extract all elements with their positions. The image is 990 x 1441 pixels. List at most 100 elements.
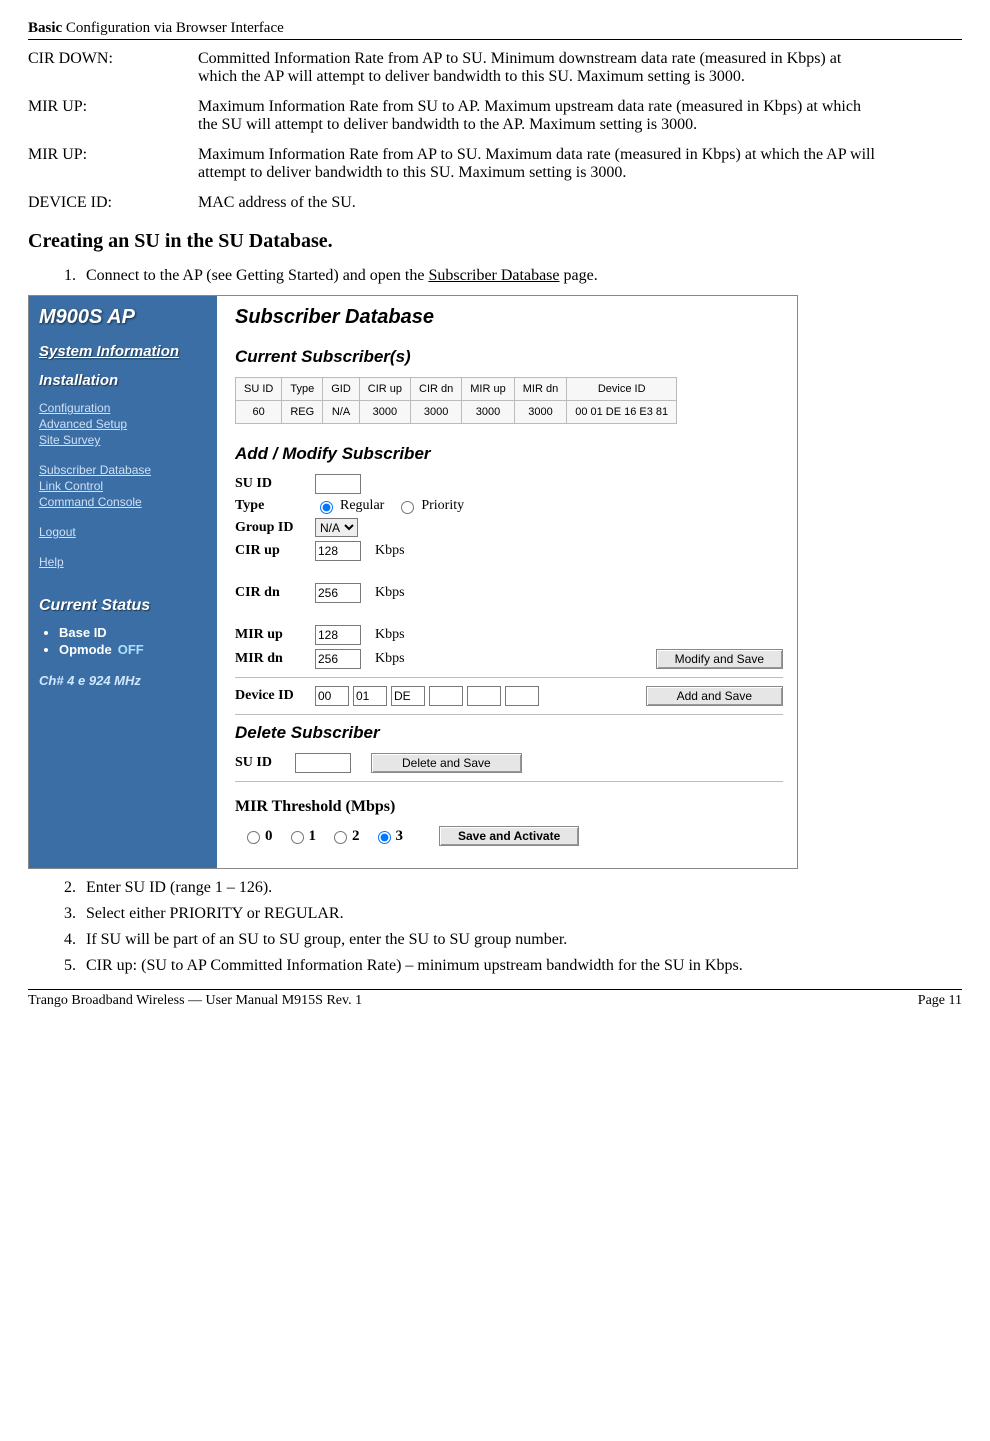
nav-installation: Installation	[39, 372, 207, 389]
step-1-tail: page.	[560, 267, 598, 284]
status-item: Base ID	[59, 625, 207, 640]
definition-desc: Maximum Information Rate from SU to AP. …	[198, 98, 962, 134]
page-title: Subscriber Database	[235, 306, 783, 329]
mir-up-input[interactable]	[315, 625, 361, 645]
step-item: Enter SU ID (range 1 – 126).	[80, 879, 962, 897]
device-id-octet[interactable]	[505, 686, 539, 706]
header-bold: Basic	[28, 20, 62, 36]
mir-option-label: 3	[396, 828, 404, 845]
divider-2	[235, 714, 783, 715]
mir-radio-0[interactable]	[247, 831, 260, 844]
mir-dn-unit: Kbps	[375, 651, 405, 667]
nav-link[interactable]: Subscriber Database	[39, 463, 207, 477]
suid-label: SU ID	[235, 476, 315, 492]
nav-help[interactable]: Help	[39, 555, 207, 569]
nav-link[interactable]: Link Control	[39, 479, 207, 493]
delete-save-button[interactable]: Delete and Save	[371, 753, 522, 773]
cir-up-unit: Kbps	[375, 543, 405, 559]
mir-threshold-title: MIR Threshold (Mbps)	[235, 798, 783, 816]
status-item: OpmodeOFF	[59, 642, 207, 657]
mir-option-label: 0	[265, 828, 273, 845]
save-activate-button[interactable]: Save and Activate	[439, 826, 579, 846]
table-header-cell: MIR up	[462, 378, 514, 401]
page-footer: Trango Broadband Wireless — User Manual …	[28, 989, 962, 1009]
nav-link[interactable]: Advanced Setup	[39, 417, 207, 431]
mir-radio-3[interactable]	[378, 831, 391, 844]
nav-link[interactable]: Command Console	[39, 495, 207, 509]
mir-radio-2[interactable]	[334, 831, 347, 844]
status-value: OFF	[118, 642, 144, 657]
mir-up-label: MIR up	[235, 627, 315, 643]
table-cell: 3000	[514, 401, 566, 424]
device-id-octet[interactable]	[467, 686, 501, 706]
table-header-cell: SU ID	[236, 378, 282, 401]
cir-up-label: CIR up	[235, 543, 315, 559]
table-header-cell: GID	[323, 378, 360, 401]
table-header-cell: CIR dn	[411, 378, 462, 401]
table-header-cell: Type	[282, 378, 323, 401]
sidebar: M900S AP System Information Installation…	[29, 296, 217, 868]
subscribers-table: SU IDTypeGIDCIR upCIR dnMIR upMIR dnDevi…	[235, 377, 677, 424]
definition-term: MIR UP:	[28, 146, 198, 182]
mir-option-label: 1	[309, 828, 317, 845]
content-area: Subscriber Database Current Subscriber(s…	[217, 296, 797, 868]
table-header-cell: Device ID	[567, 378, 677, 401]
cir-dn-input[interactable]	[315, 583, 361, 603]
type-label: Type	[235, 498, 315, 514]
definition-desc: Maximum Information Rate from AP to SU. …	[198, 146, 962, 182]
definition-row: CIR DOWN:Committed Information Rate from…	[28, 50, 962, 86]
current-subs-title: Current Subscriber(s)	[235, 347, 783, 367]
step-1: Connect to the AP (see Getting Started) …	[80, 267, 962, 285]
brand: M900S AP	[39, 306, 207, 329]
device-id-octet[interactable]	[353, 686, 387, 706]
modify-save-button[interactable]: Modify and Save	[656, 649, 783, 669]
nav-system-info[interactable]: System Information	[39, 343, 207, 360]
mir-dn-input[interactable]	[315, 649, 361, 669]
type-priority-radio[interactable]	[401, 501, 414, 514]
nav-link[interactable]: Site Survey	[39, 433, 207, 447]
step-1-link: Subscriber Database	[428, 267, 559, 284]
mir-option-label: 2	[352, 828, 360, 845]
footer-right: Page 11	[918, 993, 962, 1009]
step-item: If SU will be part of an SU to SU group,…	[80, 931, 962, 949]
cir-up-input[interactable]	[315, 541, 361, 561]
group-select[interactable]: N/A	[315, 518, 358, 537]
device-id-octet[interactable]	[429, 686, 463, 706]
definition-term: MIR UP:	[28, 98, 198, 134]
nav-link[interactable]: Configuration	[39, 401, 207, 415]
cir-dn-unit: Kbps	[375, 585, 405, 601]
nav-logout[interactable]: Logout	[39, 525, 207, 539]
device-id-octet[interactable]	[391, 686, 425, 706]
step-item: Select either PRIORITY or REGULAR.	[80, 905, 962, 923]
steps-top: Connect to the AP (see Getting Started) …	[28, 267, 962, 285]
definition-term: DEVICE ID:	[28, 194, 198, 212]
table-cell: N/A	[323, 401, 360, 424]
table-cell: 3000	[462, 401, 514, 424]
definition-desc: Committed Information Rate from AP to SU…	[198, 50, 962, 86]
type-regular-text: Regular	[340, 498, 384, 514]
add-save-button[interactable]: Add and Save	[646, 686, 783, 706]
suid-input[interactable]	[315, 474, 361, 494]
table-cell: 3000	[359, 401, 410, 424]
add-modify-title: Add / Modify Subscriber	[235, 444, 783, 464]
cir-dn-label: CIR dn	[235, 585, 315, 601]
group-label: Group ID	[235, 520, 315, 536]
device-id-label: Device ID	[235, 688, 315, 704]
table-cell: 60	[236, 401, 282, 424]
delete-suid-input[interactable]	[295, 753, 351, 773]
running-header: Basic Configuration via Browser Interfac…	[28, 20, 962, 40]
divider-3	[235, 781, 783, 782]
screenshot-panel: M900S AP System Information Installation…	[28, 295, 798, 869]
device-id-octet[interactable]	[315, 686, 349, 706]
type-regular-radio[interactable]	[320, 501, 333, 514]
delete-suid-label: SU ID	[235, 755, 295, 771]
header-rest: Configuration via Browser Interface	[62, 20, 284, 36]
status-list: Base ID OpmodeOFF	[39, 625, 207, 657]
table-header-cell: MIR dn	[514, 378, 566, 401]
step-item: CIR up: (SU to AP Committed Information …	[80, 957, 962, 975]
mir-radio-1[interactable]	[291, 831, 304, 844]
section-title: Creating an SU in the SU Database.	[28, 230, 962, 253]
definition-row: DEVICE ID:MAC address of the SU.	[28, 194, 962, 212]
channel-info: Ch# 4 e 924 MHz	[39, 673, 207, 688]
step-1-text: Connect to the AP (see Getting Started) …	[86, 267, 428, 284]
